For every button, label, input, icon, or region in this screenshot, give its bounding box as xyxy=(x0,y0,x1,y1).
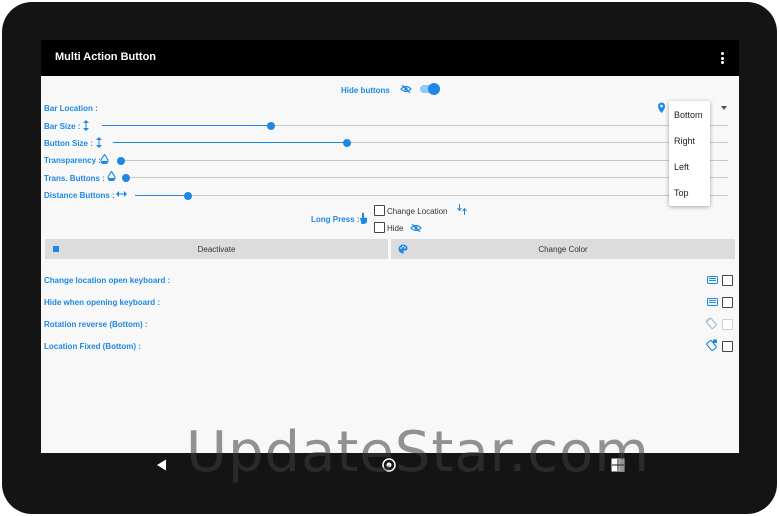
hide-checkbox[interactable] xyxy=(374,222,385,233)
dropdown-arrow-icon[interactable] xyxy=(721,106,727,110)
rotation-reverse-label: Rotation reverse (Bottom) : xyxy=(44,320,148,329)
transparency-slider[interactable] xyxy=(117,156,728,165)
back-nav-icon[interactable] xyxy=(156,459,167,471)
bar-size-slider[interactable] xyxy=(102,121,728,130)
bar-size-slider-thumb[interactable] xyxy=(267,121,276,130)
watermark-text: UpdateStar.com xyxy=(186,420,650,485)
bar-location-dropdown[interactable]: Bottom Right Left Top xyxy=(669,101,710,206)
app-screen: Multi Action Button Hide buttons Bar Loc… xyxy=(41,40,739,453)
horizontal-resize-icon xyxy=(116,191,127,197)
hide-keyboard-checkbox[interactable] xyxy=(722,297,733,308)
change-location-checkbox[interactable] xyxy=(374,205,385,216)
distance-buttons-slider-thumb[interactable] xyxy=(184,191,193,200)
overflow-menu-icon[interactable] xyxy=(721,52,725,64)
eye-off-icon xyxy=(400,84,412,94)
transparency-slider-thumb[interactable] xyxy=(117,156,125,165)
keyboard-icon xyxy=(707,276,718,284)
vertical-resize-icon-2 xyxy=(96,137,102,148)
app-bar: Multi Action Button xyxy=(41,40,739,76)
keyboard-icon-2 xyxy=(707,298,718,306)
dropdown-option-top[interactable]: Top xyxy=(674,188,689,198)
change-location-label: Change Location xyxy=(387,207,448,216)
long-press-label: Long Press : xyxy=(311,215,360,224)
transparency-label: Transparency : xyxy=(44,156,101,165)
location-fixed-checkbox[interactable] xyxy=(722,341,733,352)
change-color-button[interactable]: Change Color xyxy=(391,239,735,259)
touch-hand-icon xyxy=(360,212,367,224)
change-location-keyboard-label: Change location open keyboard : xyxy=(44,276,171,285)
swap-vertical-icon xyxy=(457,204,467,215)
hide-buttons-label: Hide buttons xyxy=(341,86,390,95)
bar-location-label: Bar Location : xyxy=(44,104,98,113)
opacity-drop-icon xyxy=(100,154,109,164)
dropdown-option-left[interactable]: Left xyxy=(674,162,689,172)
dropdown-option-bottom[interactable]: Bottom xyxy=(674,110,703,120)
button-size-label: Button Size : xyxy=(44,139,93,148)
location-pin-icon xyxy=(658,102,665,113)
deactivate-label: Deactivate xyxy=(197,245,236,254)
trans-buttons-slider-thumb[interactable] xyxy=(122,173,130,182)
button-size-slider[interactable] xyxy=(113,138,728,147)
button-size-slider-thumb[interactable] xyxy=(342,138,351,147)
trans-buttons-label: Trans. Buttons : xyxy=(44,174,105,183)
hide-label: Hide xyxy=(387,224,404,233)
opacity-drop-icon-2 xyxy=(107,171,116,181)
screen-lock-rotation-icon xyxy=(706,339,717,352)
change-color-label: Change Color xyxy=(538,245,588,254)
deactivate-button[interactable]: Deactivate xyxy=(45,239,388,259)
hide-keyboard-label: Hide when opening keyboard : xyxy=(44,298,161,307)
hide-buttons-toggle[interactable] xyxy=(420,83,440,95)
screen-rotation-icon xyxy=(705,317,717,329)
app-title: Multi Action Button xyxy=(55,51,157,63)
distance-buttons-label: Distance Buttons : xyxy=(44,191,115,200)
change-location-keyboard-checkbox[interactable] xyxy=(722,275,733,286)
trans-buttons-slider[interactable] xyxy=(122,173,728,182)
rotation-reverse-checkbox[interactable] xyxy=(722,319,733,330)
dropdown-option-right[interactable]: Right xyxy=(674,136,695,146)
vertical-resize-icon xyxy=(83,120,89,131)
eye-off-icon-2 xyxy=(410,223,422,233)
location-fixed-label: Location Fixed (Bottom) : xyxy=(44,342,141,351)
distance-buttons-slider[interactable] xyxy=(135,191,728,200)
bar-size-label: Bar Size : xyxy=(44,122,81,131)
